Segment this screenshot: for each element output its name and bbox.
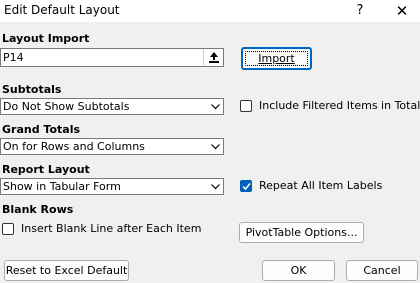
range-collapse-button[interactable]	[203, 49, 223, 66]
grand-totals-selected: On for Rows and Columns	[3, 140, 145, 153]
insert-blank-label: Insert Blank Line after Each Item	[21, 222, 202, 235]
grand-totals-select[interactable]: On for Rows and Columns	[0, 138, 224, 155]
insert-blank-checkbox[interactable]	[2, 223, 14, 235]
repeat-all-item-labels-option[interactable]: Repeat All Item Labels	[240, 179, 410, 193]
edit-default-layout-dialog: Edit Default Layout ? ✕ Layout Import P1…	[0, 0, 420, 283]
reset-to-default-button[interactable]: Reset to Excel Default	[4, 260, 129, 281]
import-button-label: Import	[258, 52, 295, 65]
chevron-down-icon	[211, 104, 220, 110]
layout-import-field[interactable]: P14	[0, 48, 224, 67]
include-filtered-label: Include Filtered Items in Totals	[259, 99, 420, 112]
pivottable-options-label: PivotTable Options...	[245, 226, 358, 239]
reset-button-label: Reset to Excel Default	[5, 264, 128, 277]
import-button[interactable]: Import	[241, 47, 312, 70]
report-layout-label: Report Layout	[2, 163, 90, 176]
checkmark-icon	[242, 183, 251, 191]
help-button[interactable]: ?	[350, 1, 370, 21]
cancel-button[interactable]: Cancel	[346, 260, 418, 281]
title-bar: Edit Default Layout ? ✕	[0, 0, 420, 22]
repeat-labels-label: Repeat All Item Labels	[259, 179, 383, 192]
repeat-labels-checkbox[interactable]	[240, 180, 252, 192]
upload-arrow-icon	[209, 52, 219, 63]
insert-blank-line-option[interactable]: Insert Blank Line after Each Item	[2, 222, 202, 236]
dialog-title: Edit Default Layout	[4, 3, 120, 17]
include-filtered-items-option[interactable]: Include Filtered Items in Totals	[240, 99, 420, 113]
layout-import-value: P14	[3, 51, 24, 64]
close-button[interactable]: ✕	[390, 0, 414, 22]
layout-import-label: Layout Import	[2, 32, 90, 45]
subtotals-select[interactable]: Do Not Show Subtotals	[0, 98, 224, 115]
report-layout-selected: Show in Tabular Form	[3, 180, 121, 193]
subtotals-selected: Do Not Show Subtotals	[3, 100, 130, 113]
chevron-down-icon	[211, 184, 220, 190]
subtotals-label: Subtotals	[2, 83, 62, 96]
cancel-button-label: Cancel	[363, 264, 401, 277]
ok-button[interactable]: OK	[262, 260, 335, 281]
report-layout-select[interactable]: Show in Tabular Form	[0, 178, 224, 195]
pivottable-options-button[interactable]: PivotTable Options...	[239, 222, 364, 243]
grand-totals-label: Grand Totals	[2, 123, 81, 136]
ok-button-label: OK	[290, 264, 307, 277]
chevron-down-icon	[211, 144, 220, 150]
blank-rows-label: Blank Rows	[2, 203, 74, 216]
include-filtered-checkbox[interactable]	[240, 100, 252, 112]
